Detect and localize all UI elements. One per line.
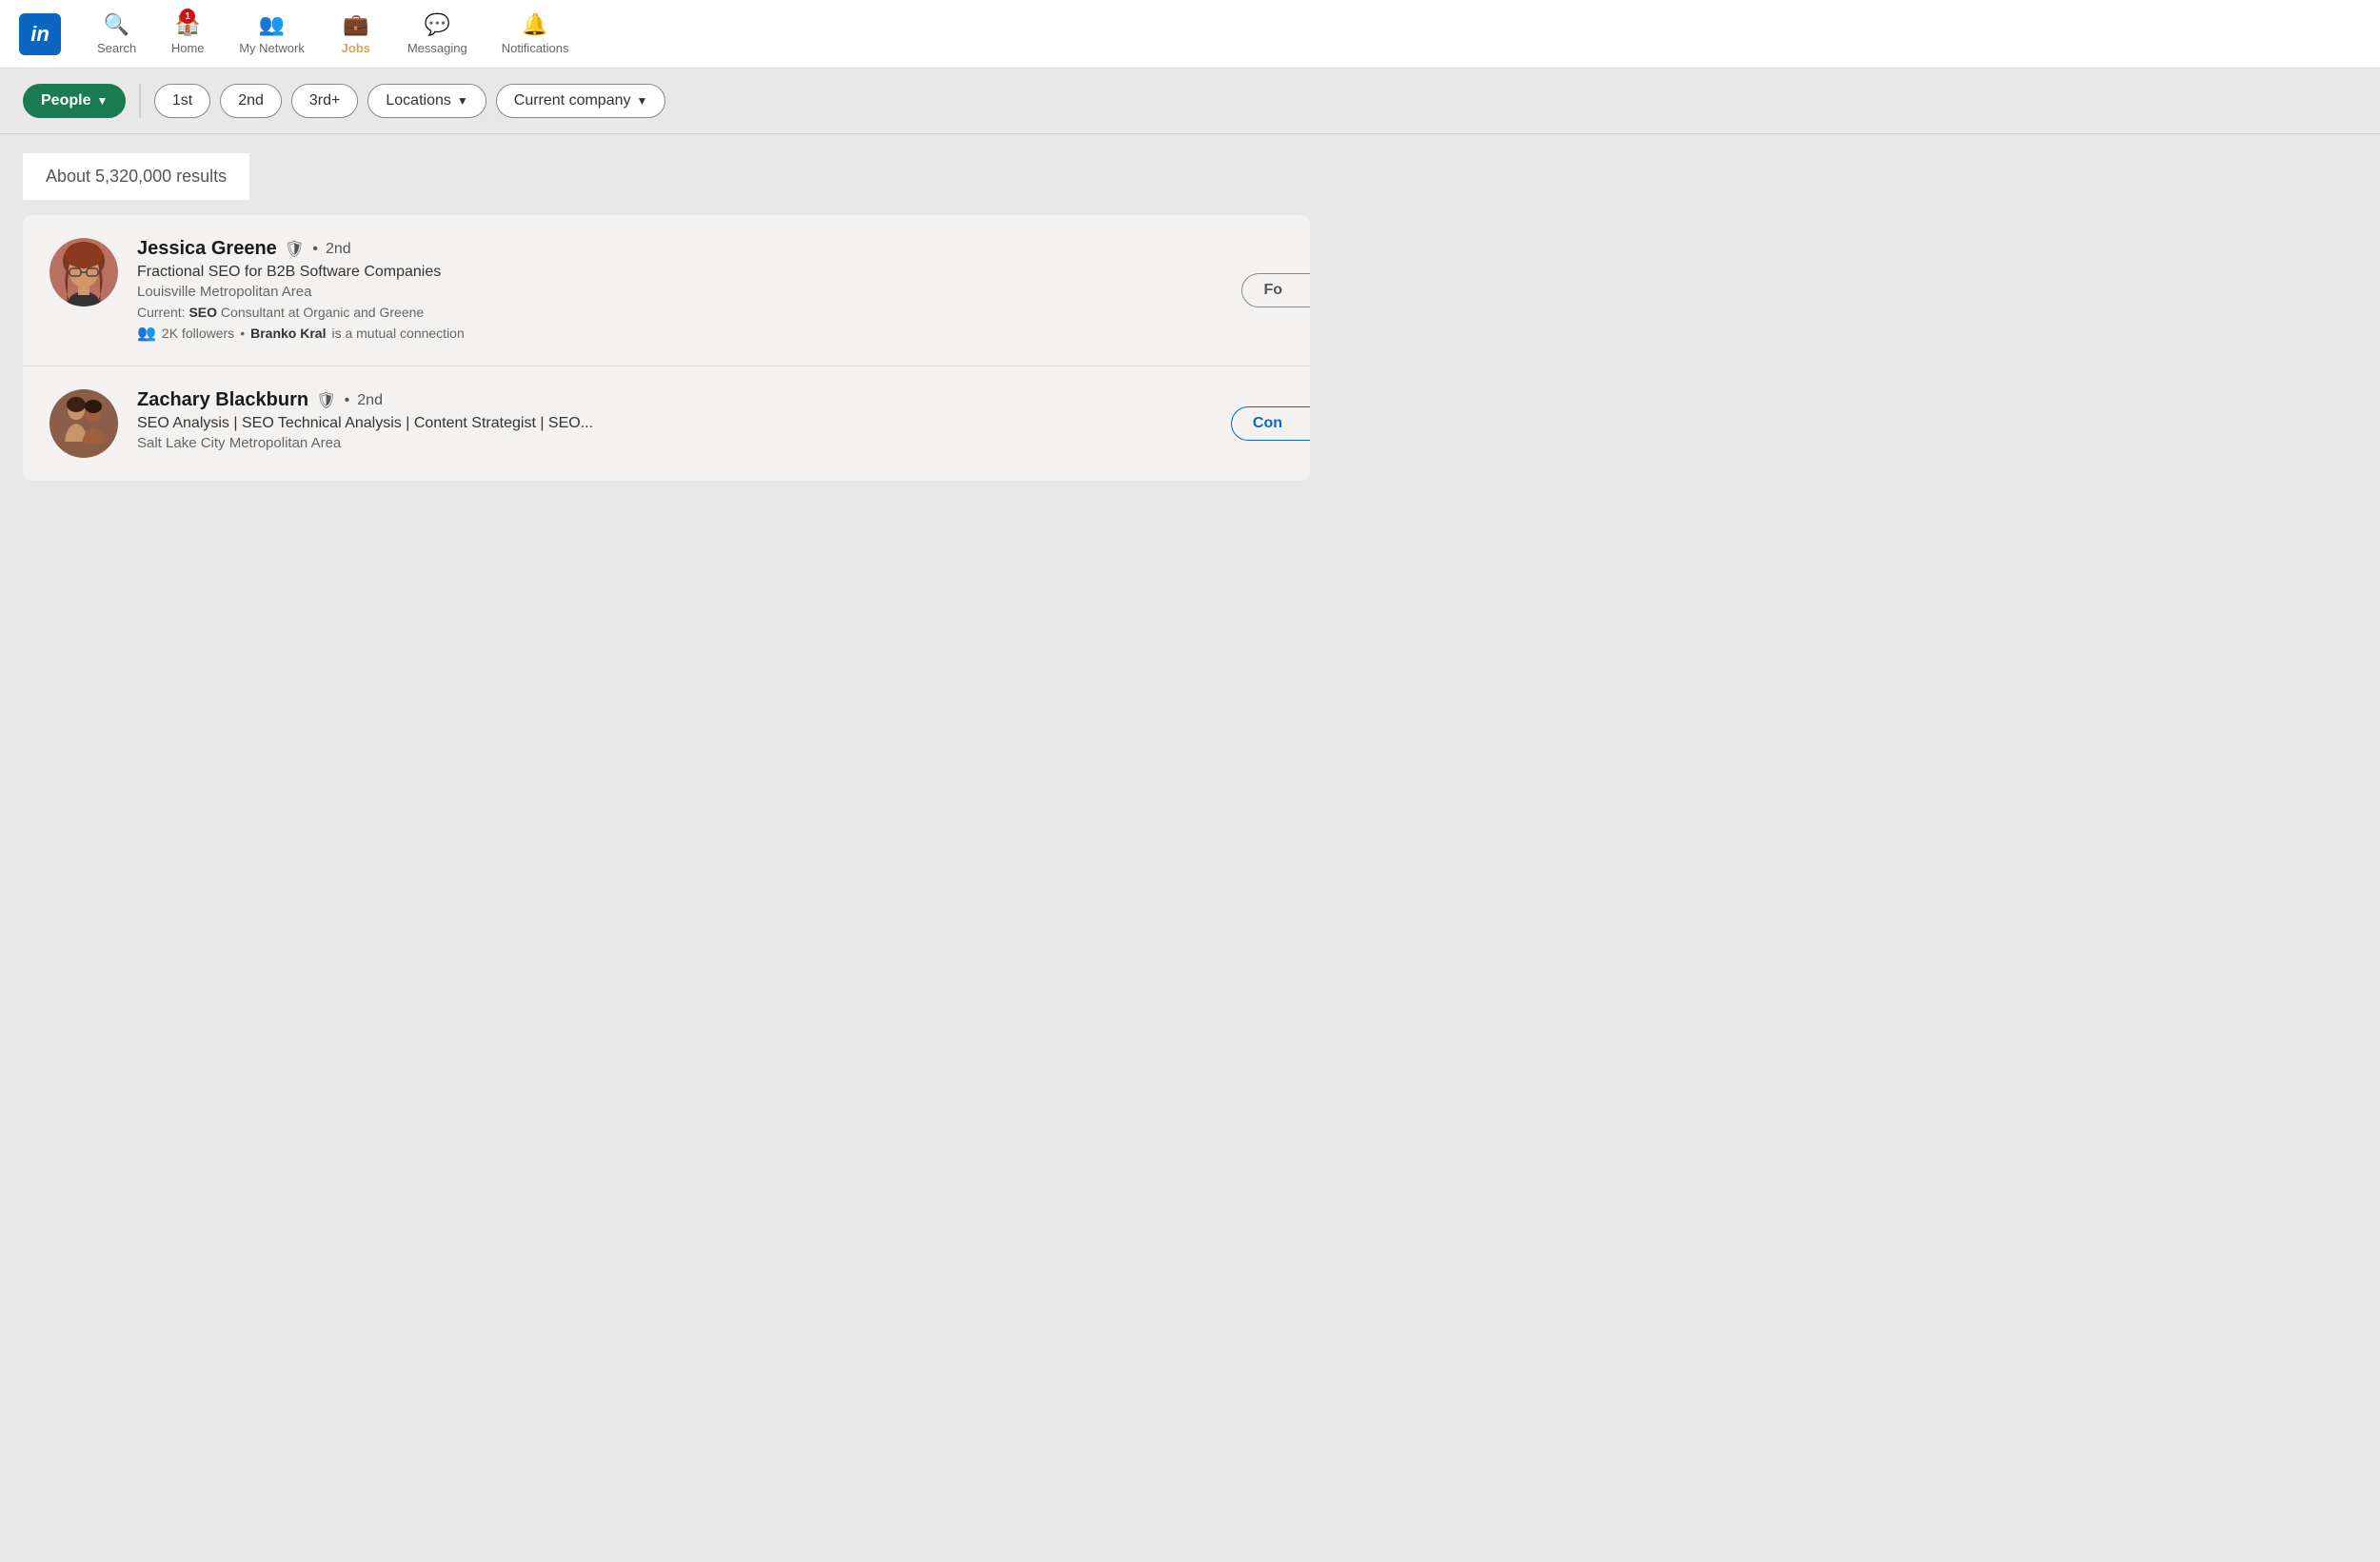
- mutual-name[interactable]: Branko Kral: [250, 326, 326, 341]
- 1st-label: 1st: [172, 92, 192, 109]
- nav-label-search: Search: [97, 41, 136, 55]
- result-info: Zachary Blackburn 🛡 • 2nd SEO Analysis |…: [137, 389, 1283, 456]
- nav-label-notifications: Notifications: [502, 41, 569, 55]
- result-name-row: Jessica Greene 🛡 • 2nd: [137, 238, 1283, 260]
- nav-label-my-network: My Network: [239, 41, 305, 55]
- navbar: in 🔍 Search 🏠 1 Home 👥 My Network 💼 Jobs…: [0, 0, 2380, 69]
- result-current: Current: SEO Consultant at Organic and G…: [137, 305, 1283, 320]
- locations-filter-label: Locations: [386, 92, 451, 109]
- filter-bar: People ▼ 1st 2nd 3rd+ Locations ▼ Curren…: [0, 69, 2380, 134]
- result-mutual: 👥 2K followers • Branko Kral is a mutual…: [137, 324, 1283, 343]
- result-headline: SEO Analysis | SEO Technical Analysis | …: [137, 415, 1283, 432]
- mutual-connections-icon: 👥: [137, 324, 156, 343]
- connection-degree: 2nd: [326, 241, 351, 258]
- nav-item-notifications[interactable]: 🔔 Notifications: [485, 5, 586, 63]
- current-company-chevron-icon: ▼: [636, 94, 647, 108]
- nav-item-my-network[interactable]: 👥 My Network: [222, 5, 322, 63]
- 3rd-connection-filter[interactable]: 3rd+: [291, 84, 358, 118]
- main-content: About 5,320,000 results: [0, 134, 1333, 500]
- nav-item-home[interactable]: 🏠 1 Home: [153, 5, 222, 63]
- follow-button[interactable]: Fo: [1241, 273, 1310, 307]
- 3rd-label: 3rd+: [309, 92, 340, 109]
- results-count: About 5,320,000 results: [23, 153, 249, 200]
- jessica-avatar-image: [50, 238, 118, 306]
- connection-degree: 2nd: [357, 392, 383, 409]
- result-info: Jessica Greene 🛡 • 2nd Fractional SEO fo…: [137, 238, 1283, 343]
- mutual-text: is a mutual connection: [331, 326, 464, 341]
- current-role-bold: SEO: [188, 305, 217, 320]
- degree-badge: •: [312, 241, 318, 258]
- filter-divider: [139, 84, 141, 118]
- mutual-separator: •: [240, 326, 245, 341]
- table-row: Jessica Greene 🛡 • 2nd Fractional SEO fo…: [23, 215, 1310, 366]
- people-filter-label: People: [41, 92, 90, 109]
- messaging-icon: 💬: [425, 12, 450, 37]
- locations-filter-button[interactable]: Locations ▼: [367, 84, 486, 118]
- notifications-icon: 🔔: [522, 12, 547, 37]
- my-network-icon: 👥: [259, 12, 285, 37]
- 2nd-label: 2nd: [238, 92, 264, 109]
- avatar[interactable]: [50, 238, 118, 306]
- 2nd-connection-filter[interactable]: 2nd: [220, 84, 282, 118]
- nav-item-messaging[interactable]: 💬 Messaging: [390, 5, 485, 63]
- result-name[interactable]: Jessica Greene: [137, 238, 277, 260]
- nav-label-jobs: Jobs: [342, 41, 370, 55]
- search-icon: 🔍: [104, 12, 129, 37]
- connect-button[interactable]: Con: [1231, 406, 1310, 441]
- people-chevron-icon: ▼: [96, 94, 108, 108]
- nav-items: 🔍 Search 🏠 1 Home 👥 My Network 💼 Jobs 💬 …: [80, 5, 586, 63]
- linkedin-logo[interactable]: in: [19, 13, 61, 55]
- locations-chevron-icon: ▼: [457, 94, 468, 108]
- 1st-connection-filter[interactable]: 1st: [154, 84, 210, 118]
- result-name-row: Zachary Blackburn 🛡 • 2nd: [137, 389, 1283, 411]
- zachary-avatar-image: [50, 389, 118, 458]
- verified-icon: 🛡: [316, 391, 337, 410]
- result-headline: Fractional SEO for B2B Software Companie…: [137, 264, 1283, 281]
- current-company-label: Current company: [514, 92, 631, 109]
- people-filter-button[interactable]: People ▼: [23, 84, 126, 118]
- result-location: Louisville Metropolitan Area: [137, 284, 1283, 300]
- table-row: Zachary Blackburn 🛡 • 2nd SEO Analysis |…: [23, 366, 1310, 481]
- avatar[interactable]: [50, 389, 118, 458]
- followers-count: 2K followers: [162, 326, 234, 341]
- result-location: Salt Lake City Metropolitan Area: [137, 435, 1283, 451]
- current-company-filter-button[interactable]: Current company ▼: [496, 84, 666, 118]
- result-name[interactable]: Zachary Blackburn: [137, 389, 308, 411]
- degree-separator: •: [345, 392, 350, 409]
- nav-item-search[interactable]: 🔍 Search: [80, 5, 153, 63]
- jobs-icon: 💼: [343, 12, 368, 37]
- current-role-rest: Consultant at Organic and Greene: [217, 305, 424, 320]
- nav-label-home: Home: [171, 41, 205, 55]
- results-card: Jessica Greene 🛡 • 2nd Fractional SEO fo…: [23, 215, 1310, 481]
- nav-item-jobs[interactable]: 💼 Jobs: [322, 5, 390, 63]
- verified-icon: 🛡: [285, 240, 306, 259]
- nav-label-messaging: Messaging: [407, 41, 467, 55]
